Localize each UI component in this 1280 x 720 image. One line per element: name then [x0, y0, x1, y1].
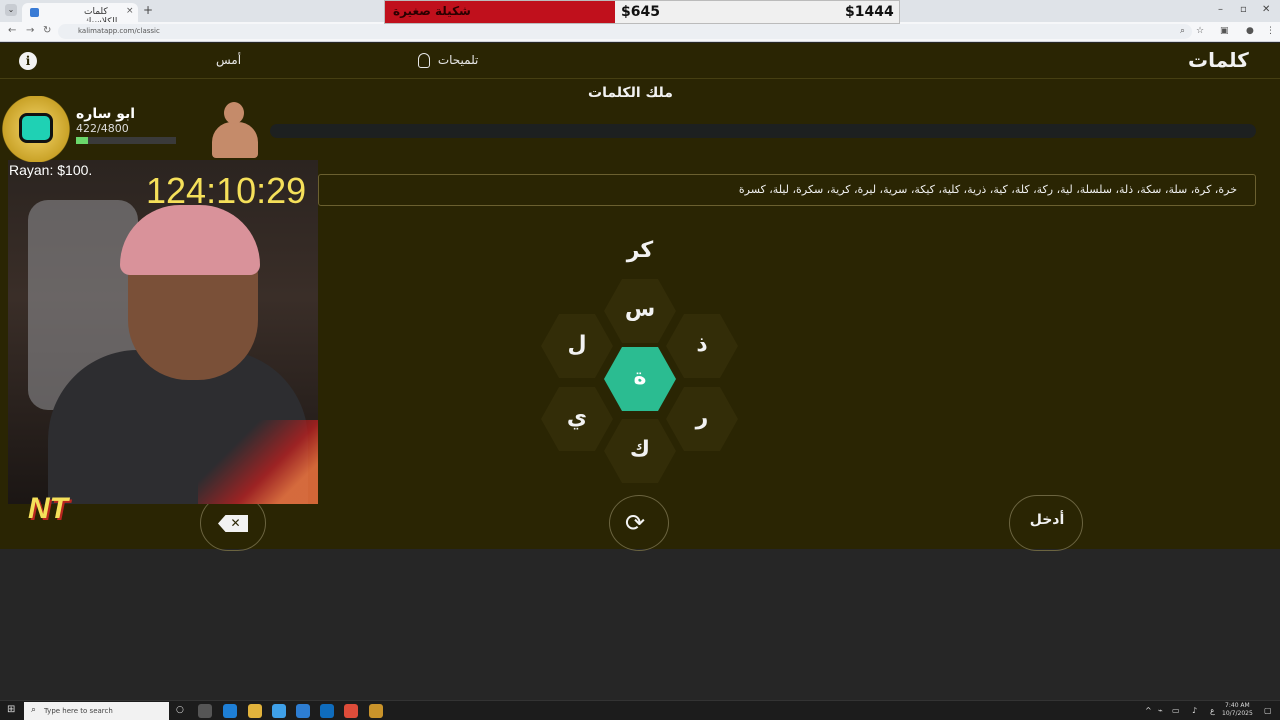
minimize-icon[interactable]: – — [1218, 4, 1223, 15]
language-indicator[interactable]: ع — [1210, 706, 1215, 715]
chrome-icon[interactable] — [344, 704, 358, 718]
shuffle-icon: ⟳ — [625, 509, 646, 537]
tray-overflow-icon[interactable]: ^ — [1145, 706, 1152, 715]
new-tab-button[interactable]: + — [143, 3, 153, 17]
task-view-icon[interactable] — [198, 704, 212, 718]
favicon-icon — [30, 8, 39, 17]
app-logo[interactable]: كلمات — [1188, 48, 1249, 72]
menu-icon[interactable]: ⋮ — [1266, 26, 1275, 36]
letter-hex-upper-left[interactable]: ل — [541, 314, 613, 378]
sub-badge-icon — [2, 96, 70, 162]
rank-title: ملك الكلمات — [588, 85, 673, 101]
yesterday-link[interactable]: أمس — [216, 53, 241, 67]
lightbulb-icon — [418, 53, 430, 68]
volume-icon[interactable]: ♪ — [1192, 706, 1197, 715]
reload-icon[interactable]: ↻ — [43, 25, 51, 36]
enter-label: أدخل — [1029, 512, 1065, 528]
banner-red-section: شكيلة صغيرة — [385, 1, 615, 23]
battery-icon[interactable]: ▭ — [1172, 706, 1180, 715]
enter-button[interactable]: أدخل — [1009, 495, 1083, 551]
search-icon: ⌕ — [31, 705, 37, 715]
backspace-icon: ✕ — [218, 515, 248, 532]
maximize-icon[interactable]: ▫ — [1240, 4, 1247, 15]
info-icon[interactable]: i — [19, 52, 37, 70]
channel-logo: NT — [0, 484, 110, 544]
screen: ⌄ كلمات الكلاسيك × + – ▫ ✕ ← → ↻ kalimat… — [0, 0, 1280, 720]
tab-search-icon[interactable]: ⌄ — [5, 4, 17, 16]
clock-date: 10/7/2025 — [1222, 710, 1253, 717]
supporter-progress-fill — [76, 137, 88, 144]
extensions-icon[interactable]: ▣ — [1220, 26, 1229, 36]
banner-amount-current: $645 — [621, 4, 660, 20]
hints-label: تلميحات — [437, 53, 479, 67]
cam-person-beanie — [120, 205, 260, 275]
zoom-icon[interactable]: ⌕ — [1180, 26, 1185, 36]
windows-start-icon[interactable]: ⊞ — [7, 704, 15, 715]
address-bar: ← → ↻ kalimatapp.com/classic ⌕ ☆ ▣ ● ⋮ — [0, 22, 1280, 42]
hints-button[interactable]: تلميحات — [418, 53, 478, 68]
rank-progress-bar — [270, 124, 1256, 138]
letter-hex-top[interactable]: س — [604, 279, 676, 343]
streamer-avatar-sticker — [206, 96, 262, 158]
letter-hex-lower-left[interactable]: ي — [541, 387, 613, 451]
latest-donation: Rayan: $100. — [9, 162, 93, 178]
banner-amount-goal: $1444 — [845, 4, 894, 20]
clock-time: 7:40 AM — [1225, 702, 1250, 709]
top-nav: كلمات تلميحات أمس i — [0, 43, 1280, 79]
letter-hex-bottom[interactable]: ك — [604, 419, 676, 483]
cam-red-light — [198, 420, 318, 504]
outlook-icon[interactable] — [320, 704, 334, 718]
forward-icon[interactable]: → — [26, 25, 34, 36]
found-words-box[interactable]: خرة، كرة، سلة، سكة، ذلة، سلسلة، لية، ركة… — [318, 174, 1256, 206]
letter-hex-lower-right[interactable]: ر — [666, 387, 738, 451]
profile-icon[interactable]: ● — [1246, 26, 1254, 36]
current-word: كر — [626, 238, 654, 263]
url-text: kalimatapp.com/classic — [78, 27, 160, 35]
taskbar-search[interactable]: ⌕ Type here to search — [24, 702, 169, 720]
channel-logo-text: NT — [28, 492, 68, 525]
file-explorer-icon[interactable] — [248, 704, 262, 718]
shuffle-button[interactable]: ⟳ — [609, 495, 669, 551]
network-icon[interactable]: ⌁ — [1158, 706, 1163, 715]
cortana-icon[interactable]: ○ — [176, 705, 184, 715]
avatar-body — [212, 122, 258, 158]
pinned-app-icon[interactable] — [272, 704, 286, 718]
close-tab-icon[interactable]: × — [126, 6, 134, 16]
banner-title: شكيلة صغيرة — [393, 4, 471, 18]
letter-hex-upper-right[interactable]: ذ — [666, 314, 738, 378]
url-input[interactable]: kalimatapp.com/classic — [58, 24, 1192, 39]
store-icon[interactable] — [296, 704, 310, 718]
taskbar-search-placeholder: Type here to search — [44, 707, 113, 715]
notifications-icon[interactable]: ▢ — [1264, 706, 1272, 715]
browser-tab[interactable]: كلمات الكلاسيك × — [22, 3, 138, 27]
top-supporter-count: 422/4800 — [76, 122, 129, 135]
obs-app-icon[interactable] — [369, 704, 383, 718]
found-words-list: خرة، كرة، سلة، سكة، ذلة، سلسلة، لية، ركة… — [738, 183, 1237, 196]
taskbar-clock[interactable]: 7:40 AM 10/7/2025 — [1222, 702, 1253, 718]
back-icon[interactable]: ← — [8, 25, 16, 36]
edge-icon[interactable] — [223, 704, 237, 718]
supporter-progress-bar — [76, 137, 176, 144]
taskbar: ⊞ ⌕ Type here to search ○ ^ ⌁ ▭ ♪ ع 7:40… — [0, 700, 1280, 720]
letter-hex-center[interactable]: ة — [604, 347, 676, 411]
subathon-timer: 124:10:29 — [146, 170, 307, 211]
window-close-icon[interactable]: ✕ — [1262, 4, 1270, 15]
avatar-head — [224, 102, 244, 124]
top-supporter-name: ابو ساره — [76, 106, 136, 122]
robot-face-icon — [19, 113, 53, 143]
bookmark-star-icon[interactable]: ☆ — [1196, 26, 1204, 36]
donation-banner: شكيلة صغيرة $645 $1444 — [384, 0, 900, 24]
